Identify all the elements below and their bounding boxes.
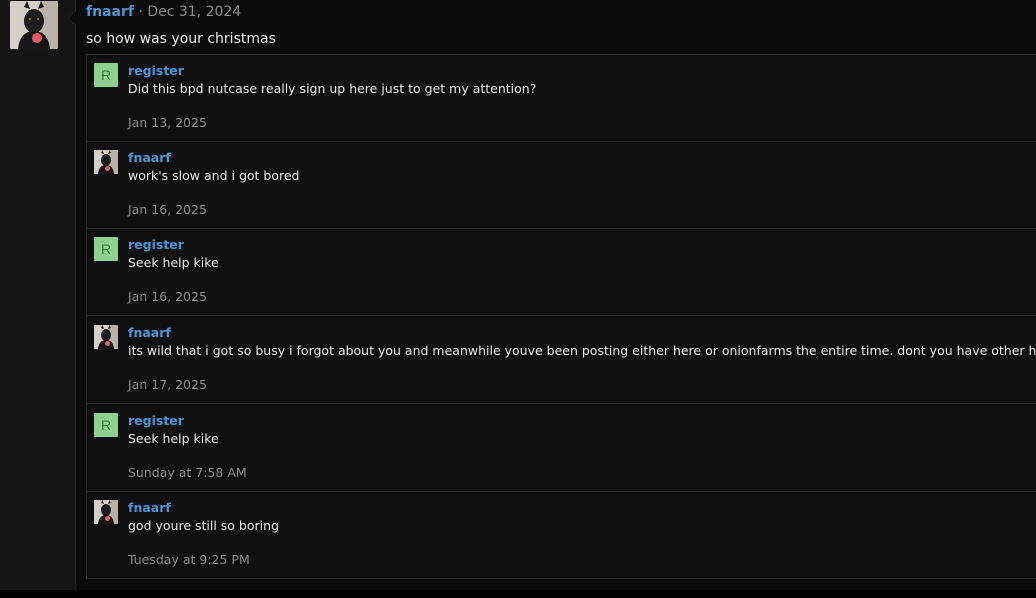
comment-text: Did this bpd nutcase really sign up here…	[128, 81, 537, 96]
comment-text: Seek help kike	[128, 431, 219, 446]
comment-author[interactable]: register	[128, 237, 184, 253]
fnaarf-avatar[interactable]	[94, 500, 118, 524]
comment-author[interactable]: fnaarf	[128, 150, 171, 166]
comment-date[interactable]: Jan 17, 2025	[128, 377, 207, 393]
comment-text: Seek help kike	[128, 255, 219, 270]
comment-text: its wild that i got so busy i forgot abo…	[128, 343, 1036, 358]
comment-date[interactable]: Jan 13, 2025	[128, 115, 207, 131]
post-header: fnaarf · Dec 31, 2024	[86, 3, 241, 21]
post-separator: ·	[138, 4, 143, 20]
post-user-cell	[0, 0, 76, 590]
comment-item: fnaarf god youre still so boring Tuesday…	[87, 492, 1036, 579]
profile-post-page: fnaarf · Dec 31, 2024 so how was your ch…	[0, 0, 1036, 598]
doberman-dog-icon	[94, 500, 118, 524]
doberman-dog-icon	[94, 325, 118, 349]
register-avatar[interactable]: R	[94, 63, 118, 87]
comment-date[interactable]: Sunday at 7:58 AM	[128, 465, 247, 481]
comment-item: R register Did this bpd nutcase really s…	[87, 55, 1036, 142]
comment-date[interactable]: Jan 16, 2025	[128, 289, 207, 305]
comment-item: fnaarf its wild that i got so busy i for…	[87, 317, 1036, 404]
comment-author[interactable]: fnaarf	[128, 325, 171, 341]
fnaarf-avatar[interactable]	[94, 150, 118, 174]
comment-item: fnaarf work's slow and i got bored Jan 1…	[87, 142, 1036, 229]
comment-item: R register Seek help kike Sunday at 7:58…	[87, 405, 1036, 492]
doberman-dog-icon	[94, 150, 118, 174]
fnaarf-avatar[interactable]	[10, 1, 58, 49]
comment-author[interactable]: fnaarf	[128, 500, 171, 516]
register-avatar[interactable]: R	[94, 413, 118, 437]
comment-date[interactable]: Tuesday at 9:25 PM	[128, 552, 250, 568]
doberman-dog-icon	[10, 1, 58, 49]
comment-item: R register Seek help kike Jan 16, 2025	[87, 229, 1036, 316]
comment-author[interactable]: register	[128, 413, 184, 429]
register-avatar[interactable]: R	[94, 237, 118, 261]
bottom-bar	[0, 590, 1036, 598]
fnaarf-avatar[interactable]	[94, 325, 118, 349]
post-date[interactable]: Dec 31, 2024	[147, 4, 241, 20]
post-arrow	[67, 10, 76, 26]
comment-text: work's slow and i got bored	[128, 168, 300, 183]
post-body: so how was your christmas	[86, 31, 276, 47]
comment-text: god youre still so boring	[128, 518, 279, 533]
comment-author[interactable]: register	[128, 63, 184, 79]
comment-date[interactable]: Jan 16, 2025	[128, 202, 207, 218]
post-author[interactable]: fnaarf	[86, 4, 134, 20]
comment-list: R register Did this bpd nutcase really s…	[86, 54, 1036, 579]
